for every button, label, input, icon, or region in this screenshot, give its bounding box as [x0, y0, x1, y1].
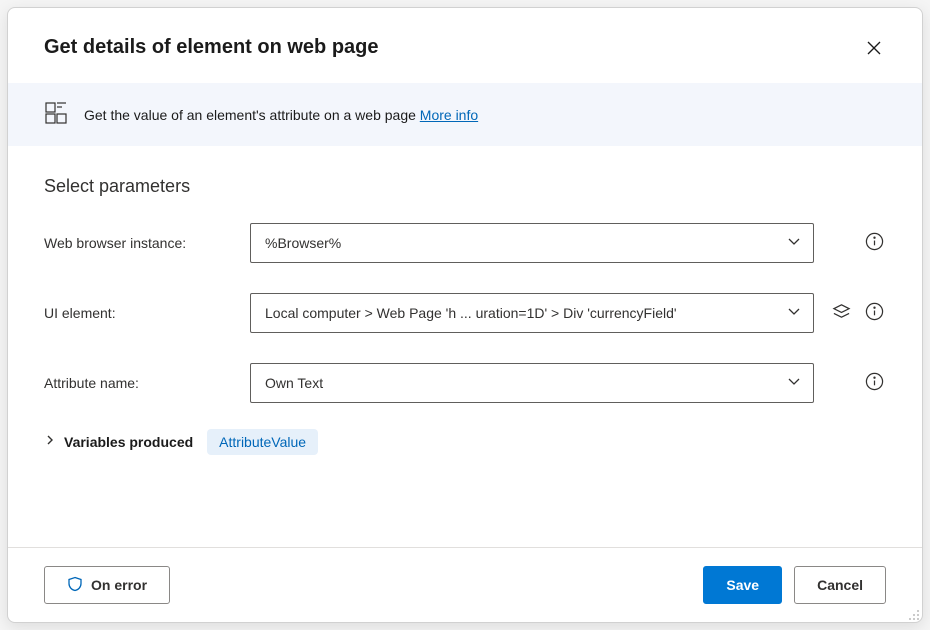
- dialog-title: Get details of element on web page: [44, 36, 379, 59]
- attribute-name-control: Own Text: [250, 363, 814, 403]
- close-button[interactable]: [862, 36, 886, 63]
- banner-text: Get the value of an element's attribute …: [84, 107, 420, 123]
- element-details-icon: [44, 101, 68, 128]
- on-error-label: On error: [91, 577, 147, 593]
- param-row-ui-element: UI element: Local computer > Web Page 'h…: [44, 293, 886, 333]
- section-title: Select parameters: [44, 176, 886, 197]
- variables-toggle[interactable]: Variables produced: [44, 433, 193, 451]
- param-icons: [826, 230, 886, 256]
- close-icon: [866, 44, 882, 59]
- ui-element-label: UI element:: [44, 305, 238, 321]
- variable-chip[interactable]: AttributeValue: [207, 429, 318, 455]
- banner-text-wrapper: Get the value of an element's attribute …: [84, 107, 478, 123]
- dialog-content: Select parameters Web browser instance: …: [8, 146, 922, 547]
- browser-instance-label: Web browser instance:: [44, 235, 238, 251]
- shield-icon: [67, 576, 83, 595]
- browser-instance-value: %Browser%: [265, 235, 341, 251]
- variables-label: Variables produced: [64, 434, 193, 450]
- ui-element-picker-button[interactable]: [830, 300, 853, 326]
- browser-instance-combobox[interactable]: %Browser%: [250, 223, 814, 263]
- param-row-browser-instance: Web browser instance: %Browser%: [44, 223, 886, 263]
- save-label: Save: [726, 577, 759, 593]
- chevron-down-icon: [787, 305, 801, 322]
- cancel-button[interactable]: Cancel: [794, 566, 886, 604]
- param-row-attribute-name: Attribute name: Own Text: [44, 363, 886, 403]
- ui-element-combobox[interactable]: Local computer > Web Page 'h ... uration…: [250, 293, 814, 333]
- chevron-right-icon: [44, 433, 56, 451]
- attribute-name-value: Own Text: [265, 375, 323, 391]
- dialog-header: Get details of element on web page: [8, 8, 922, 83]
- param-icons: [826, 300, 886, 326]
- cancel-label: Cancel: [817, 577, 863, 593]
- attribute-name-label: Attribute name:: [44, 375, 238, 391]
- info-button[interactable]: [863, 370, 886, 396]
- info-button[interactable]: [863, 300, 886, 326]
- footer-left: On error: [44, 566, 170, 604]
- chevron-down-icon: [787, 375, 801, 392]
- on-error-button[interactable]: On error: [44, 566, 170, 604]
- attribute-name-combobox[interactable]: Own Text: [250, 363, 814, 403]
- info-icon: [865, 232, 884, 254]
- ui-element-value: Local computer > Web Page 'h ... uration…: [265, 305, 677, 321]
- chevron-down-icon: [787, 235, 801, 252]
- browser-instance-control: %Browser%: [250, 223, 814, 263]
- variables-produced-row: Variables produced AttributeValue: [44, 429, 886, 455]
- layers-icon: [832, 302, 851, 324]
- footer-right: Save Cancel: [703, 566, 886, 604]
- ui-element-control: Local computer > Web Page 'h ... uration…: [250, 293, 814, 333]
- dialog: Get details of element on web page Get t…: [7, 7, 923, 623]
- info-banner: Get the value of an element's attribute …: [8, 83, 922, 146]
- info-button[interactable]: [863, 230, 886, 256]
- param-icons: [826, 370, 886, 396]
- dialog-footer: On error Save Cancel: [8, 547, 922, 622]
- resize-grip[interactable]: [908, 608, 920, 620]
- info-icon: [865, 372, 884, 394]
- save-button[interactable]: Save: [703, 566, 782, 604]
- info-icon: [865, 302, 884, 324]
- more-info-link[interactable]: More info: [420, 107, 478, 123]
